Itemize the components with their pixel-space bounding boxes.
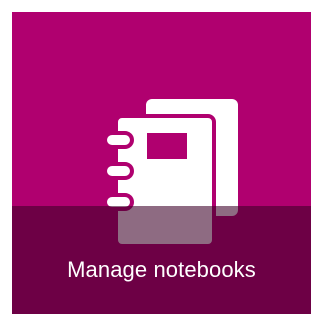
manage-notebooks-tile[interactable]: Manage notebooks: [12, 12, 311, 314]
tile-label: Manage notebooks: [67, 257, 256, 282]
